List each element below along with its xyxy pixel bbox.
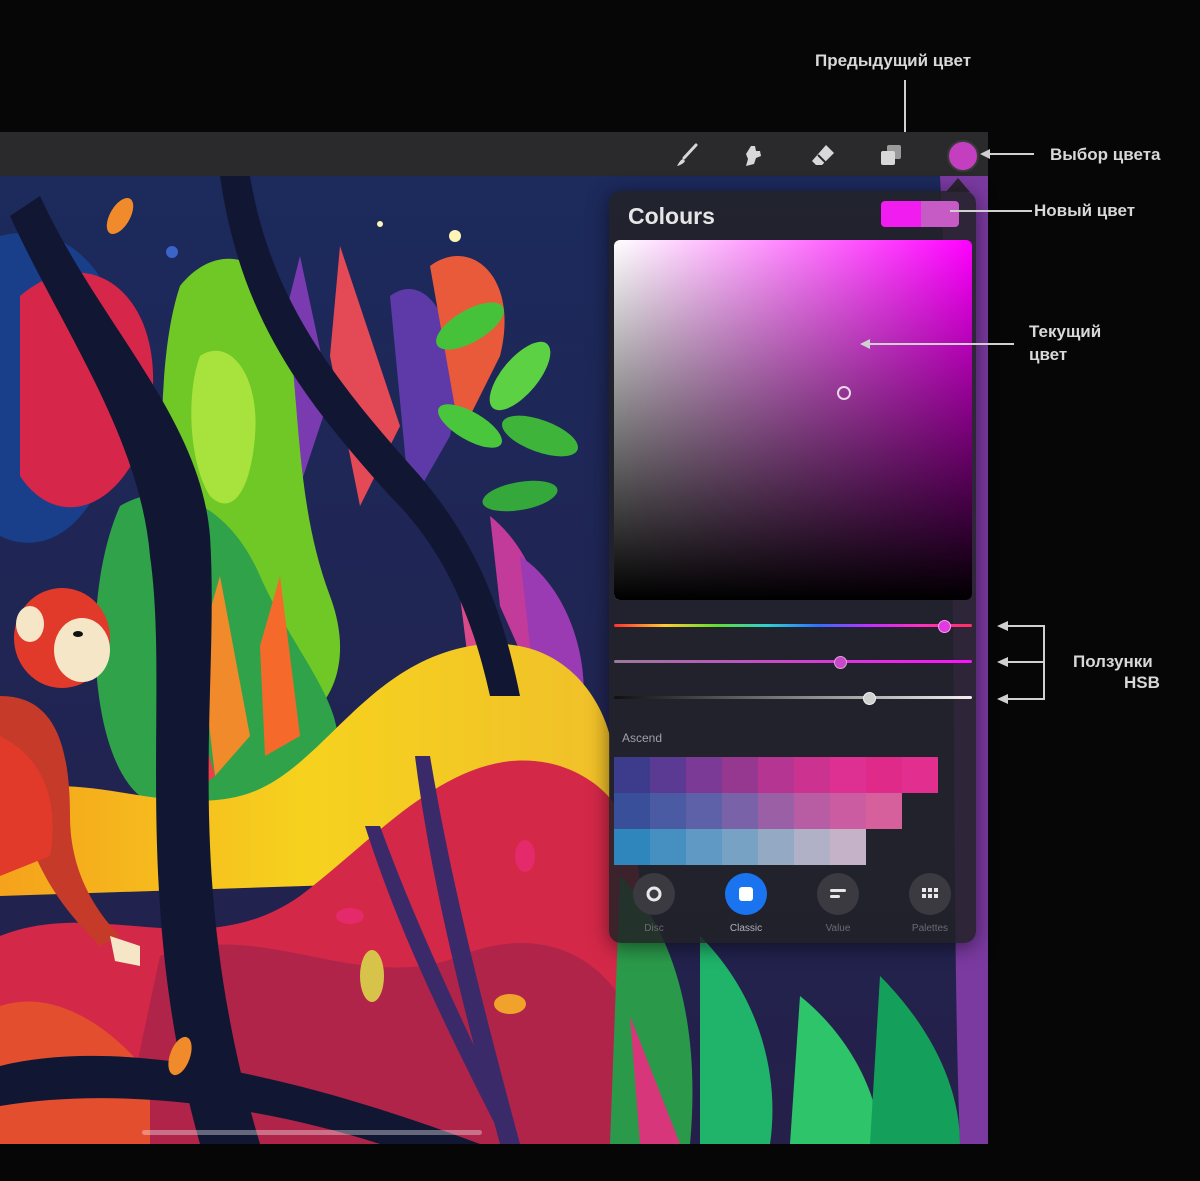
palette-swatch[interactable] bbox=[830, 757, 866, 793]
saturation-brightness-picker[interactable] bbox=[614, 240, 972, 600]
palette-swatch[interactable] bbox=[794, 793, 830, 829]
saturation-slider[interactable] bbox=[614, 656, 972, 669]
palette-swatch[interactable] bbox=[866, 793, 902, 829]
panel-title: Colours bbox=[628, 203, 715, 229]
annotation-hsb-2: HSB bbox=[1124, 673, 1160, 692]
layers-icon[interactable] bbox=[876, 140, 906, 170]
tab-palettes-label: Palettes bbox=[911, 923, 949, 934]
hsb-bracket-bottom bbox=[1006, 698, 1044, 700]
palette-swatch[interactable] bbox=[650, 829, 686, 865]
tab-classic-label: Classic bbox=[729, 923, 763, 934]
palette-swatch[interactable] bbox=[794, 757, 830, 793]
hsb-bracket-top bbox=[1006, 625, 1044, 627]
eraser-icon[interactable] bbox=[808, 140, 838, 170]
palette-swatch[interactable] bbox=[650, 757, 686, 793]
palette-swatch[interactable] bbox=[830, 829, 866, 865]
palette-swatch[interactable] bbox=[614, 829, 650, 865]
palette-swatch[interactable] bbox=[686, 829, 722, 865]
palette-swatch[interactable] bbox=[902, 757, 938, 793]
palette-name: Ascend bbox=[622, 731, 663, 745]
palette-swatch[interactable] bbox=[722, 757, 758, 793]
saturation-slider-knob[interactable] bbox=[834, 656, 848, 669]
annotation-color-picker: Выбор цвета bbox=[1050, 145, 1161, 164]
leader-new-color bbox=[950, 210, 1032, 212]
tab-value[interactable]: Value bbox=[798, 871, 878, 935]
annotation-previous-color: Предыдущий цвет bbox=[815, 51, 972, 70]
disc-icon bbox=[633, 873, 675, 915]
colour-mode-tabs: Disc Classic Value Palettes bbox=[609, 871, 976, 935]
palette-swatch[interactable] bbox=[722, 829, 758, 865]
palette-swatch[interactable] bbox=[758, 829, 794, 865]
palette-row bbox=[614, 757, 938, 793]
palette-swatch[interactable] bbox=[830, 793, 866, 829]
panel-pointer bbox=[946, 178, 970, 192]
palette-swatch[interactable] bbox=[614, 793, 650, 829]
palette-swatch[interactable] bbox=[758, 793, 794, 829]
annotation-current-color-1: Текущий bbox=[1029, 322, 1102, 341]
home-indicator bbox=[142, 1130, 482, 1135]
leader-current-color bbox=[870, 343, 1014, 345]
brightness-slider-knob[interactable] bbox=[862, 692, 876, 705]
new-color-swatch[interactable] bbox=[921, 201, 959, 227]
brush-icon[interactable] bbox=[672, 140, 702, 170]
annotation-new-color: Новый цвет bbox=[1034, 201, 1136, 220]
palette-swatch[interactable] bbox=[794, 829, 830, 865]
hue-slider[interactable] bbox=[614, 620, 972, 633]
arrow-hsb-1 bbox=[997, 621, 1008, 631]
palette-row bbox=[614, 829, 938, 865]
palette-swatch[interactable] bbox=[686, 793, 722, 829]
tab-palettes[interactable]: Palettes bbox=[890, 871, 970, 935]
leader-color-picker bbox=[988, 153, 1034, 155]
tab-disc[interactable]: Disc bbox=[614, 871, 694, 935]
previous-color-swatch[interactable] bbox=[881, 201, 921, 227]
palette-swatch[interactable] bbox=[650, 793, 686, 829]
palette-swatch[interactable] bbox=[866, 757, 902, 793]
color-picker-button[interactable] bbox=[947, 140, 979, 172]
top-toolbar bbox=[0, 132, 988, 176]
arrow-current-color bbox=[860, 339, 870, 349]
annotation-current-color-2: цвет bbox=[1029, 345, 1068, 364]
palette-swatch[interactable] bbox=[722, 793, 758, 829]
palette-swatch[interactable] bbox=[686, 757, 722, 793]
palette-row bbox=[614, 793, 938, 829]
annotation-hsb-1: Ползунки bbox=[1073, 652, 1153, 671]
palette-swatch[interactable] bbox=[758, 757, 794, 793]
arrow-hsb-2 bbox=[997, 657, 1008, 667]
hsb-bracket-vertical bbox=[1043, 625, 1045, 700]
arrow-color-picker bbox=[980, 149, 990, 159]
palettes-grid-icon bbox=[909, 873, 951, 915]
hue-slider-knob[interactable] bbox=[937, 620, 951, 633]
current-color-cursor[interactable] bbox=[837, 386, 851, 400]
hsb-bracket-mid bbox=[1006, 661, 1044, 663]
brightness-gradient bbox=[614, 240, 972, 600]
tab-classic[interactable]: Classic bbox=[706, 871, 786, 935]
tab-disc-label: Disc bbox=[644, 923, 664, 934]
colours-panel: Colours Ascend Disc Classic Value Palett… bbox=[609, 191, 976, 943]
tab-value-label: Value bbox=[825, 923, 851, 934]
brightness-slider[interactable] bbox=[614, 692, 972, 705]
classic-square-icon bbox=[725, 873, 767, 915]
smudge-icon[interactable] bbox=[740, 140, 770, 170]
arrow-hsb-3 bbox=[997, 694, 1008, 704]
palette-swatches bbox=[614, 757, 938, 865]
palette-swatch[interactable] bbox=[614, 757, 650, 793]
value-sliders-icon bbox=[817, 873, 859, 915]
